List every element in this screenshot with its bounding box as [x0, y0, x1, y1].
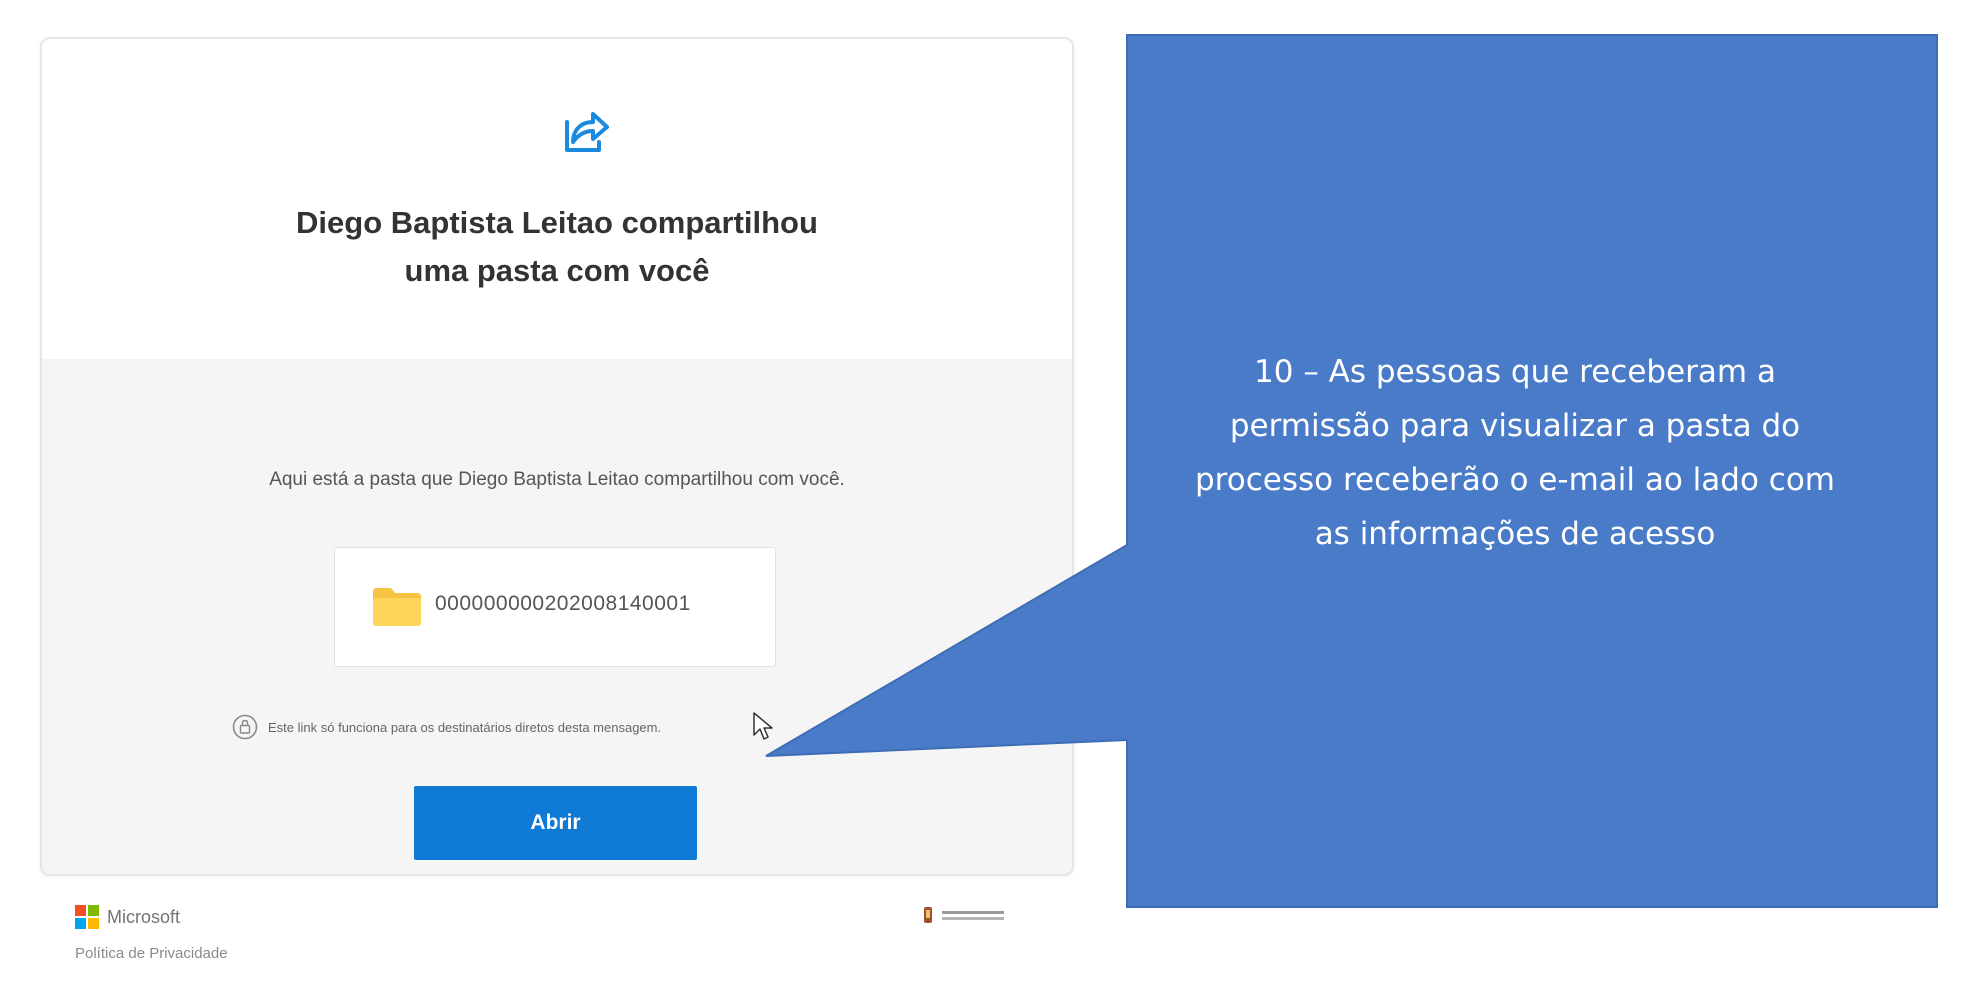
open-button[interactable]: Abrir — [414, 786, 697, 860]
link-restriction-note: Este link só funciona para os destinatár… — [232, 712, 661, 742]
email-title-line-2: uma pasta com você — [404, 253, 710, 288]
microsoft-logo-icon — [75, 905, 99, 929]
email-header: Diego Baptista Leitao compartilhou uma p… — [42, 39, 1072, 360]
link-note-text: Este link só funciona para os destinatár… — [268, 719, 662, 735]
privacy-policy-link[interactable]: Política de Privacidade — [75, 945, 228, 962]
share-email-card: Diego Baptista Leitao compartilhou uma p… — [40, 37, 1074, 876]
callout-line-3: processo receberão o e-mail ao lado com — [1195, 462, 1835, 498]
callout-line-4: as informações de acesso — [1314, 516, 1716, 552]
callout-text: 10 – As pessoas que receberam a permissã… — [1130, 345, 1900, 561]
screenshot-stage: Diego Baptista Leitao compartilhou uma p… — [0, 0, 1972, 981]
folder-name: 000000000202008140001 — [435, 592, 691, 615]
shared-folder-tile[interactable]: 000000000202008140001 — [334, 547, 776, 667]
folder-icon — [373, 588, 421, 626]
footer-microsoft: Microsoft — [75, 905, 180, 929]
email-title: Diego Baptista Leitao compartilhou uma p… — [42, 199, 1072, 295]
email-body: Aqui está a pasta que Diego Baptista Lei… — [42, 359, 1072, 874]
cursor-icon — [753, 712, 773, 740]
footer-organization-brand — [922, 905, 1004, 925]
microsoft-brand-name: Microsoft — [107, 906, 181, 927]
share-icon — [565, 112, 609, 152]
callout-line-1: 10 – As pessoas que receberam a — [1254, 354, 1776, 390]
callout-line-2: permissão para visualizar a pasta do — [1229, 408, 1801, 444]
email-message: Aqui está a pasta que Diego Baptista Lei… — [269, 469, 845, 490]
lock-icon — [232, 714, 258, 740]
organization-seal-icon — [924, 907, 932, 923]
email-title-line-1: Diego Baptista Leitao compartilhou — [296, 205, 818, 240]
organization-brand-text — [942, 910, 1004, 920]
